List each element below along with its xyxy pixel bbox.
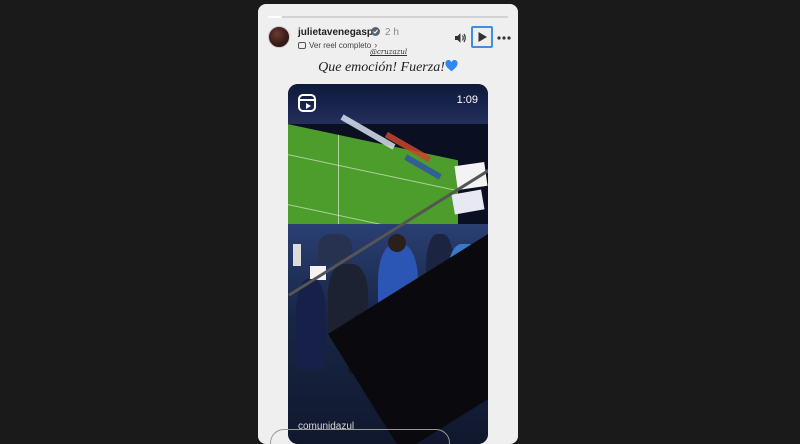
play-icon bbox=[478, 32, 487, 42]
story-viewer: julietavenegasp 2 h Ver reel completo › bbox=[258, 4, 518, 444]
time-ago: 2 h bbox=[385, 27, 399, 38]
story-progress-fill bbox=[268, 16, 283, 18]
verified-badge-icon bbox=[371, 27, 380, 36]
story-header: julietavenegasp 2 h Ver reel completo › bbox=[268, 26, 511, 50]
caption-text: Que emoción! Fuerza! bbox=[318, 60, 445, 75]
avatar[interactable] bbox=[268, 26, 290, 48]
video-duration: 1:09 bbox=[456, 94, 478, 106]
story-progress-bar bbox=[268, 16, 508, 18]
mention-sticker[interactable]: @cruzazul bbox=[370, 48, 407, 56]
play-button[interactable] bbox=[471, 26, 493, 48]
view-full-reel-label: Ver reel completo bbox=[309, 40, 372, 50]
more-options-button[interactable] bbox=[494, 28, 514, 48]
reels-icon bbox=[298, 94, 316, 112]
reel-small-icon bbox=[298, 41, 306, 49]
shared-reel-video[interactable]: 1:09 comunidazul bbox=[288, 84, 488, 444]
view-full-reel-link[interactable]: Ver reel completo › bbox=[298, 40, 377, 50]
reply-input[interactable] bbox=[270, 429, 450, 444]
username[interactable]: julietavenegasp bbox=[298, 27, 373, 38]
sound-button[interactable] bbox=[450, 28, 470, 48]
more-horizontal-icon bbox=[497, 36, 511, 40]
story-caption: Que emoción! Fuerza! bbox=[258, 60, 518, 76]
blue-heart-icon bbox=[445, 60, 458, 72]
speaker-icon bbox=[454, 33, 466, 43]
